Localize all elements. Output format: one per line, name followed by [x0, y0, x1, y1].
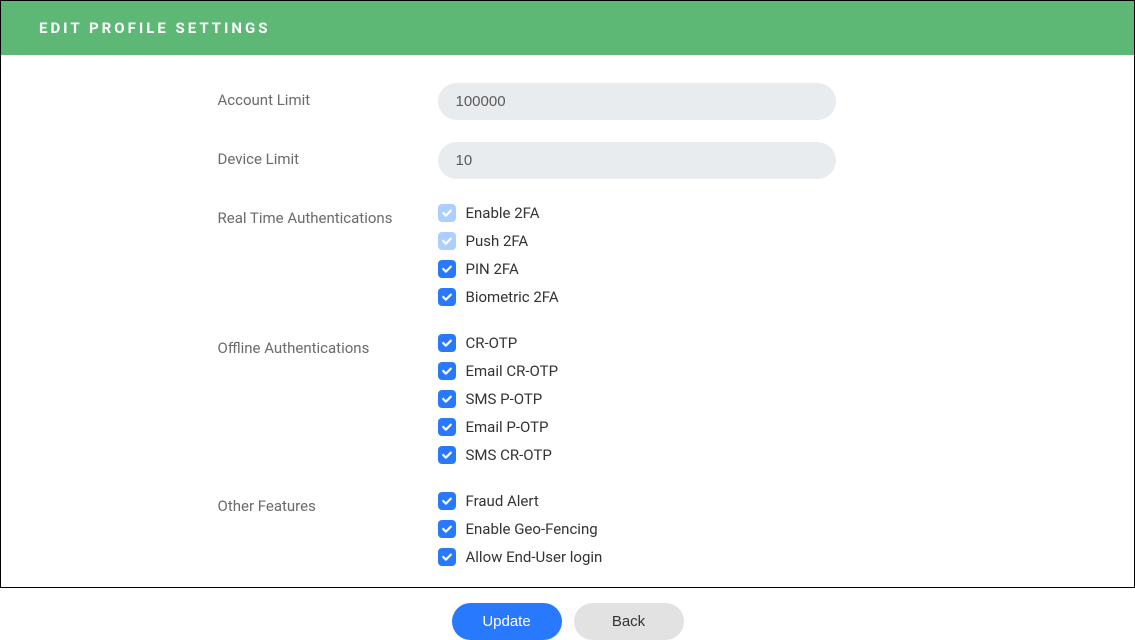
- checkbox: [438, 204, 456, 222]
- checkbox-label: Fraud Alert: [466, 492, 539, 510]
- checkbox-label: Biometric 2FA: [466, 288, 559, 306]
- check-icon: [441, 390, 453, 409]
- account-limit-label: Account Limit: [218, 83, 438, 112]
- checkbox-row: Biometric 2FA: [438, 285, 918, 309]
- checkbox-label: Allow End-User login: [466, 548, 603, 566]
- account-limit-input[interactable]: [438, 83, 836, 120]
- device-limit-value-wrap: [438, 142, 918, 179]
- realtime-auth-group: Enable 2FA Push 2FA PIN 2FA Biometric 2FA: [438, 201, 918, 309]
- check-icon: [441, 334, 453, 353]
- checkbox[interactable]: [438, 548, 456, 566]
- check-icon: [441, 492, 453, 511]
- offline-auth-row: Offline Authentications CR-OTP Email CR-O…: [218, 331, 918, 467]
- check-icon: [441, 204, 453, 223]
- device-limit-input[interactable]: [438, 142, 836, 179]
- checkbox[interactable]: [438, 260, 456, 278]
- checkbox-row: PIN 2FA: [438, 257, 918, 281]
- account-limit-value-wrap: [438, 83, 918, 120]
- checkbox-label: SMS P-OTP: [466, 390, 543, 408]
- page-header: EDIT PROFILE SETTINGS: [1, 1, 1134, 55]
- checkbox: [438, 232, 456, 250]
- other-features-group: Fraud Alert Enable Geo-Fencing Allow End-U…: [438, 489, 918, 569]
- realtime-auth-row: Real Time Authentications Enable 2FA Push…: [218, 201, 918, 309]
- checkbox-row: SMS P-OTP: [438, 387, 918, 411]
- checkbox-row: Enable Geo-Fencing: [438, 517, 918, 541]
- button-row: Update Back: [452, 603, 684, 640]
- checkbox-row: Allow End-User login: [438, 545, 918, 569]
- checkbox-label: Enable 2FA: [466, 204, 540, 222]
- device-limit-label: Device Limit: [218, 142, 438, 171]
- back-button[interactable]: Back: [574, 603, 684, 640]
- checkbox-label: Push 2FA: [466, 232, 529, 250]
- checkbox-label: PIN 2FA: [466, 260, 519, 278]
- device-limit-row: Device Limit: [218, 142, 918, 179]
- check-icon: [441, 260, 453, 279]
- checkbox-row: Push 2FA: [438, 229, 918, 253]
- page-title: EDIT PROFILE SETTINGS: [39, 19, 270, 37]
- checkbox-label: CR-OTP: [466, 334, 518, 352]
- checkbox[interactable]: [438, 390, 456, 408]
- checkbox[interactable]: [438, 446, 456, 464]
- other-features-row: Other Features Fraud Alert Enable Geo-Fen…: [218, 489, 918, 569]
- other-features-label: Other Features: [218, 489, 438, 518]
- check-icon: [441, 288, 453, 307]
- check-icon: [441, 232, 453, 251]
- checkbox[interactable]: [438, 288, 456, 306]
- offline-auth-group: CR-OTP Email CR-OTP SMS P-OTP Email P-OTP SM…: [438, 331, 918, 467]
- checkbox[interactable]: [438, 362, 456, 380]
- checkbox-row: CR-OTP: [438, 331, 918, 355]
- checkbox-label: Enable Geo-Fencing: [466, 520, 598, 538]
- checkbox[interactable]: [438, 418, 456, 436]
- realtime-auth-label: Real Time Authentications: [218, 201, 438, 230]
- checkbox-row: Fraud Alert: [438, 489, 918, 513]
- checkbox[interactable]: [438, 334, 456, 352]
- checkbox-label: Email P-OTP: [466, 418, 549, 436]
- form-content: Account Limit Device Limit Real Time Aut…: [1, 55, 1134, 640]
- check-icon: [441, 520, 453, 539]
- update-button[interactable]: Update: [452, 603, 562, 640]
- checkbox-label: SMS CR-OTP: [466, 446, 552, 464]
- account-limit-row: Account Limit: [218, 83, 918, 120]
- checkbox[interactable]: [438, 492, 456, 510]
- check-icon: [441, 446, 453, 465]
- checkbox[interactable]: [438, 520, 456, 538]
- check-icon: [441, 548, 453, 567]
- checkbox-row: Enable 2FA: [438, 201, 918, 225]
- check-icon: [441, 418, 453, 437]
- checkbox-label: Email CR-OTP: [466, 362, 559, 380]
- check-icon: [441, 362, 453, 381]
- offline-auth-label: Offline Authentications: [218, 331, 438, 360]
- checkbox-row: SMS CR-OTP: [438, 443, 918, 467]
- checkbox-row: Email CR-OTP: [438, 359, 918, 383]
- checkbox-row: Email P-OTP: [438, 415, 918, 439]
